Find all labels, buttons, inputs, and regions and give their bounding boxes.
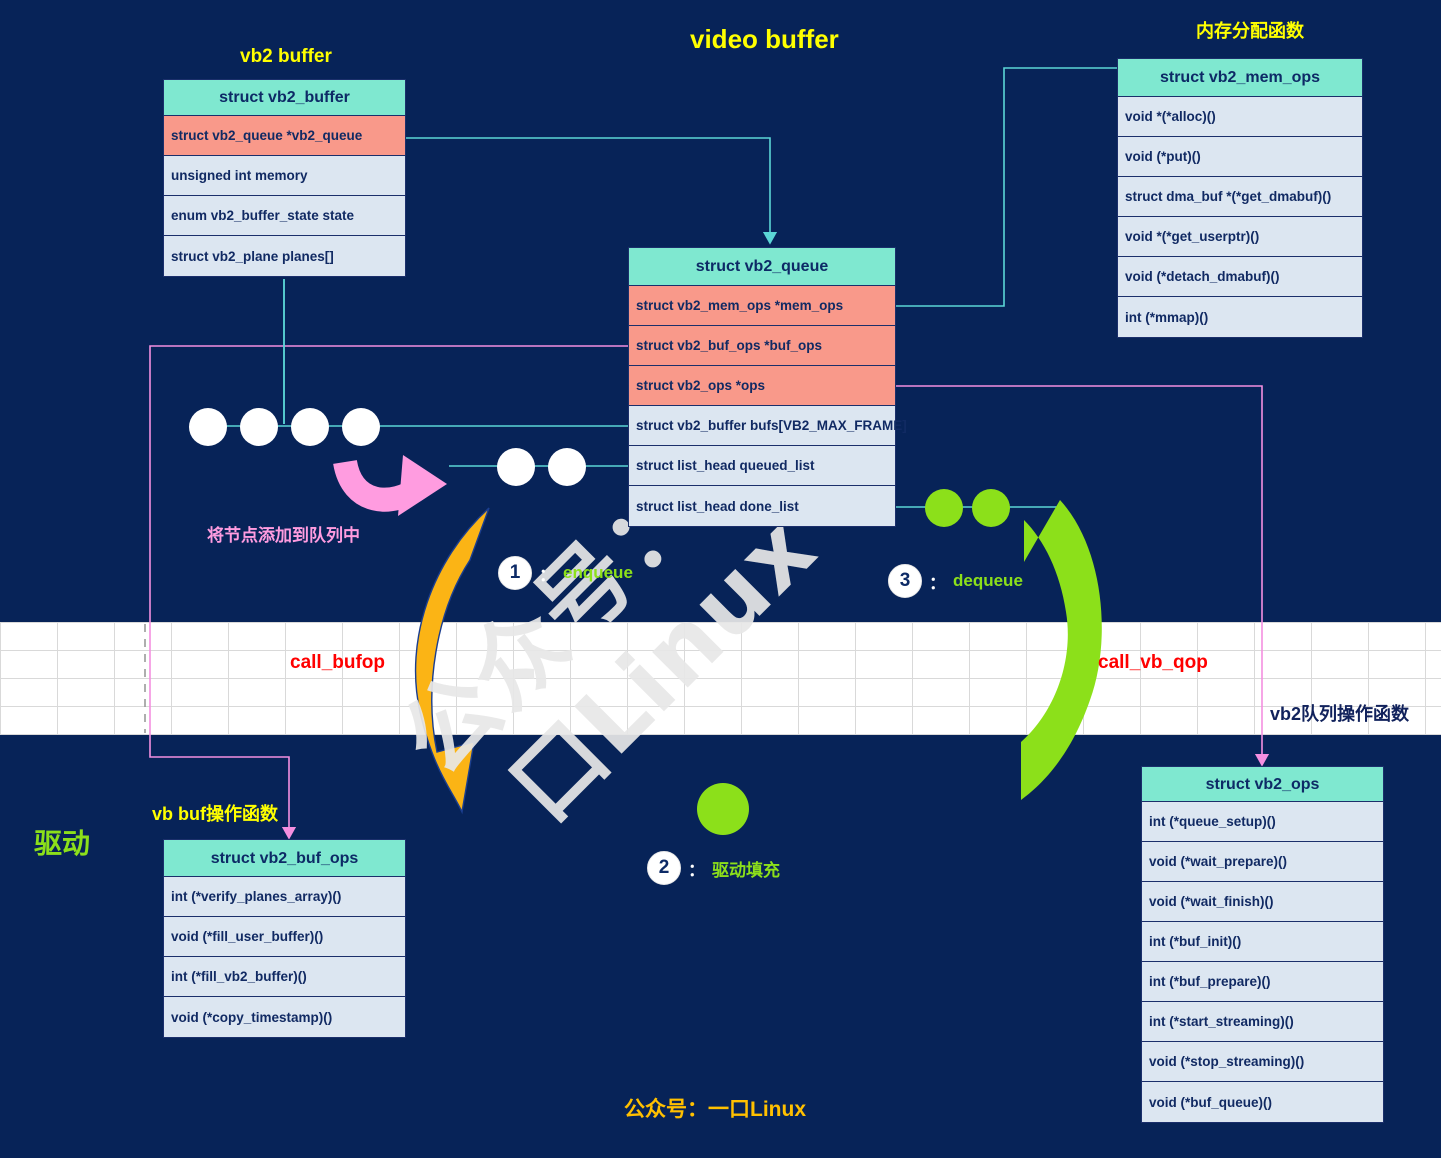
table-row[interactable]: int (*queue_setup)() [1142,802,1383,842]
step-label: dequeue [953,571,1023,590]
table-row[interactable]: struct list_head done_list [629,486,895,526]
table-row[interactable]: struct vb2_plane planes[] [164,236,405,276]
table-row[interactable]: int (*buf_prepare)() [1142,962,1383,1002]
table-row[interactable]: void *(*alloc)() [1118,97,1362,137]
table-header: struct vb2_buf_ops [164,840,405,877]
buffer-node [189,408,227,446]
table-row[interactable]: void (*wait_finish)() [1142,882,1383,922]
table-row[interactable]: void (*buf_queue)() [1142,1082,1383,1122]
table-row[interactable]: struct list_head queued_list [629,446,895,486]
struct-table-vb2-buffer: struct vb2_buffer struct vb2_queue *vb2_… [163,79,406,277]
queued-node [548,448,586,486]
table-row[interactable]: int (*buf_init)() [1142,922,1383,962]
page-title: video buffer [690,24,839,54]
footer-credit: 公众号：一口Linux [624,1098,806,1121]
table-header: struct vb2_mem_ops [1118,59,1362,97]
step-marker-1: 1 ： enqueue [498,556,633,590]
table-header: struct vb2_ops [1142,767,1383,802]
table-row[interactable]: int (*verify_planes_array)() [164,877,405,917]
table-row[interactable]: int (*fill_vb2_buffer)() [164,957,405,997]
table-row[interactable]: void (*stop_streaming)() [1142,1042,1383,1082]
table-row[interactable]: void (*wait_prepare)() [1142,842,1383,882]
table-row[interactable]: int (*mmap)() [1118,297,1362,337]
buffer-node [240,408,278,446]
struct-table-vb2-ops: struct vb2_ops int (*queue_setup)() void… [1141,766,1384,1123]
call-bufop-label: call_bufop [290,652,386,673]
step-separator: ： [688,860,705,880]
table-row[interactable]: struct vb2_buffer bufs[VB2_MAX_FRAME] [629,406,907,446]
table-row[interactable]: void (*put)() [1118,137,1362,177]
table-row[interactable]: int (*start_streaming)() [1142,1002,1383,1042]
table-row[interactable]: struct vb2_buf_ops *buf_ops [629,326,895,366]
driver-fill-node [697,783,749,835]
struct-table-vb2-mem-ops: struct vb2_mem_ops void *(*alloc)() void… [1117,58,1363,338]
done-node [972,489,1010,527]
struct-table-vb2-buf-ops: struct vb2_buf_ops int (*verify_planes_a… [163,839,406,1038]
table-row[interactable]: unsigned int memory [164,156,405,196]
buf-ops-caption: vb buf操作函数 [152,804,278,824]
table-header: struct vb2_queue [629,248,895,286]
step-label: 驱动填充 [712,860,780,880]
step-marker-3: 3 ： dequeue [888,564,1023,598]
add-node-label: 将节点添加到队列中 [207,526,360,545]
table-row[interactable]: void (*copy_timestamp)() [164,997,405,1037]
step-separator: ： [539,565,556,585]
step-label: enqueue [563,563,633,582]
table-row[interactable]: enum vb2_buffer_state state [164,196,405,236]
driver-region-label: 驱动 [34,828,91,859]
step-number: 2 [647,851,681,885]
step-number: 3 [888,564,922,598]
step-marker-2: 2 ： 驱动填充 [647,851,780,885]
vb2-buffer-caption: vb2 buffer [240,46,332,67]
queued-node [497,448,535,486]
done-node [925,489,963,527]
table-row[interactable]: struct dma_buf *(*get_dmabuf)() [1118,177,1362,217]
table-row[interactable]: void (*detach_dmabuf)() [1118,257,1362,297]
step-separator: ： [929,573,946,593]
call-vb-qop-label: call_vb_qop [1098,652,1208,673]
step-number: 1 [498,556,532,590]
table-header: struct vb2_buffer [164,80,405,116]
buffer-node [342,408,380,446]
mem-ops-caption: 内存分配函数 [1196,21,1304,41]
table-row[interactable]: void (*fill_user_buffer)() [164,917,405,957]
vb2-ops-caption: vb2队列操作函数 [1270,704,1410,724]
struct-table-vb2-queue: struct vb2_queue struct vb2_mem_ops *mem… [628,247,907,527]
table-row[interactable]: struct vb2_mem_ops *mem_ops [629,286,895,326]
table-row[interactable]: void *(*get_userptr)() [1118,217,1362,257]
table-row[interactable]: struct vb2_queue *vb2_queue [164,116,405,156]
diagram-canvas: video buffer vb2 buffer 内存分配函数 vb buf操作函… [0,0,1441,1158]
table-row[interactable]: struct vb2_ops *ops [629,366,895,406]
buffer-node [291,408,329,446]
